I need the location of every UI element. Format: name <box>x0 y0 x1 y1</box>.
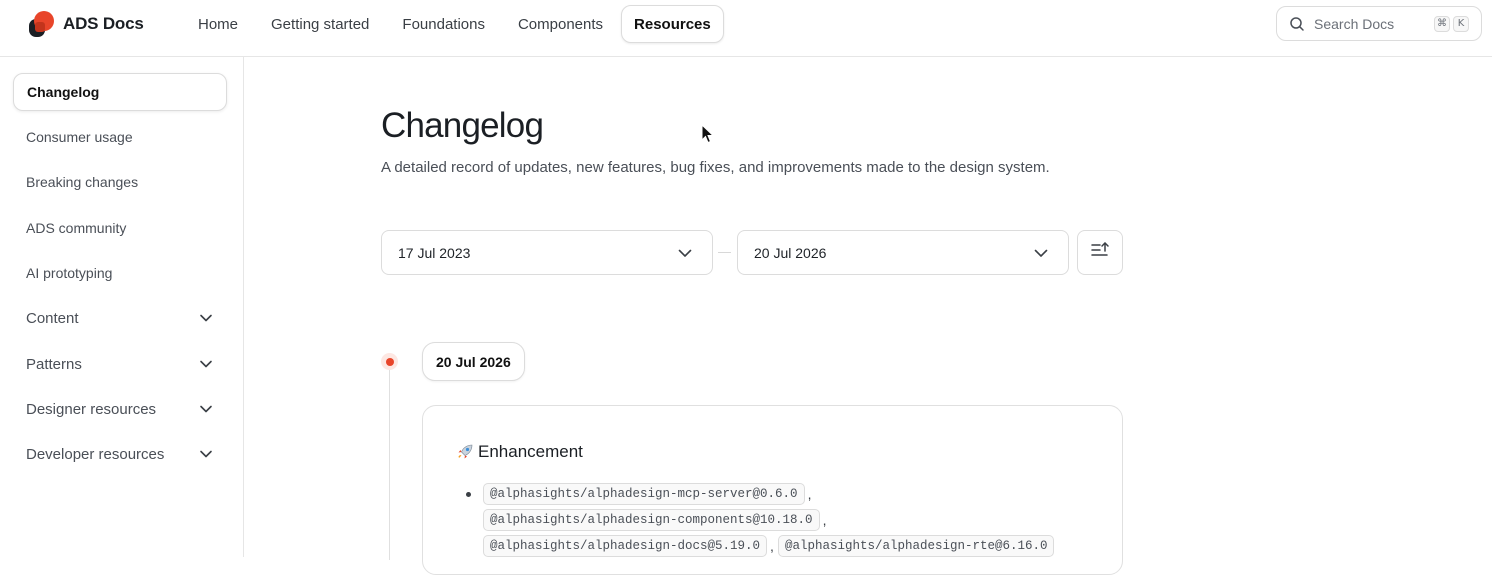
sidebar-item-label: Designer resources <box>26 400 157 418</box>
package-separator: , <box>822 512 827 528</box>
sidebar-item-content[interactable]: Content <box>13 299 227 337</box>
sidebar-item-consumer-usage[interactable]: Consumer usage <box>13 118 227 156</box>
end-date-select[interactable]: 20 Jul 2026 <box>737 230 1069 275</box>
nav-item-resources[interactable]: Resources <box>621 5 724 43</box>
shortcut-key-k: K <box>1453 15 1469 32</box>
ads-logo-icon <box>29 11 55 37</box>
entry-category-heading: Enhancement <box>456 442 583 462</box>
brand-name: ADS Docs <box>63 14 144 33</box>
sidebar-item-label: ADS community <box>26 220 127 236</box>
package-tag: @alphasights/alphadesign-components@10.1… <box>483 509 820 531</box>
list-bullet <box>466 492 471 497</box>
main-content: Changelog A detailed record of updates, … <box>245 57 1492 575</box>
package-line: @alphasights/alphadesign-mcp-server@0.6.… <box>483 483 815 505</box>
start-date-value: 17 Jul 2023 <box>398 244 471 261</box>
package-line: @alphasights/alphadesign-components@10.1… <box>483 509 830 531</box>
sidebar-item-developer-resources[interactable]: Developer resources <box>13 435 227 473</box>
chevron-down-icon <box>199 357 213 371</box>
end-date-value: 20 Jul 2026 <box>754 244 827 261</box>
entry-category-label: Enhancement <box>478 442 583 461</box>
rocket-icon <box>456 443 474 461</box>
package-line: @alphasights/alphadesign-docs@5.19.0 , @… <box>483 535 1055 557</box>
chevron-down-icon <box>199 402 213 416</box>
nav-item-home[interactable]: Home <box>183 5 253 43</box>
sort-ascending-icon <box>1090 241 1110 264</box>
sidebar-item-label: Consumer usage <box>26 129 133 145</box>
top-navigation-bar: ADS Docs Home Getting started Foundation… <box>0 0 1492 57</box>
date-range-separator <box>718 252 731 253</box>
primary-nav: Home Getting started Foundations Compone… <box>183 5 727 43</box>
nav-item-components[interactable]: Components <box>503 5 618 43</box>
sidebar-item-designer-resources[interactable]: Designer resources <box>13 390 227 428</box>
chevron-down-icon <box>199 311 213 325</box>
cursor-icon <box>701 123 715 144</box>
sidebar-item-changelog[interactable]: Changelog <box>13 73 227 111</box>
start-date-select[interactable]: 17 Jul 2023 <box>381 230 713 275</box>
sidebar-item-label: Content <box>26 309 79 327</box>
sidebar-item-label: Patterns <box>26 355 82 373</box>
sidebar-item-label: AI prototyping <box>26 265 113 281</box>
shortcut-key-cmd: ⌘ <box>1434 15 1450 32</box>
timeline-line <box>389 370 390 560</box>
search-icon <box>1289 16 1305 32</box>
package-tag: @alphasights/alphadesign-rte@6.16.0 <box>777 535 1055 557</box>
package-separator: , <box>770 538 774 554</box>
search-placeholder: Search Docs <box>1314 15 1395 32</box>
sort-order-button[interactable] <box>1077 230 1123 275</box>
sidebar-item-breaking-changes[interactable]: Breaking changes <box>13 163 227 201</box>
nav-item-getting-started[interactable]: Getting started <box>256 5 384 43</box>
chevron-down-icon <box>1034 246 1048 260</box>
package-tag: @alphasights/alphadesign-docs@5.19.0 <box>483 535 768 557</box>
page-title: Changelog <box>381 106 544 145</box>
timeline-date-badge: 20 Jul 2026 <box>422 342 525 381</box>
sidebar: Changelog Consumer usage Breaking change… <box>0 57 244 557</box>
package-tag: @alphasights/alphadesign-mcp-server@0.6.… <box>483 483 805 505</box>
sidebar-item-label: Changelog <box>27 84 100 100</box>
search-input[interactable]: Search Docs ⌘ K <box>1276 6 1482 41</box>
nav-item-foundations[interactable]: Foundations <box>387 5 500 43</box>
sidebar-item-ads-community[interactable]: ADS community <box>13 209 227 247</box>
sidebar-item-patterns[interactable]: Patterns <box>13 345 227 383</box>
changelog-entry-card: Enhancement @alphasights/alphadesign-mcp… <box>422 405 1123 575</box>
brand[interactable]: ADS Docs <box>29 11 144 37</box>
sidebar-item-label: Breaking changes <box>26 174 139 190</box>
package-separator: , <box>807 486 812 502</box>
sidebar-item-ai-prototyping[interactable]: AI prototyping <box>13 254 227 292</box>
sidebar-item-label: Developer resources <box>26 445 165 463</box>
chevron-down-icon <box>678 246 692 260</box>
page-subtitle: A detailed record of updates, new featur… <box>381 159 1050 176</box>
chevron-down-icon <box>199 447 213 461</box>
timeline-marker <box>381 353 398 370</box>
